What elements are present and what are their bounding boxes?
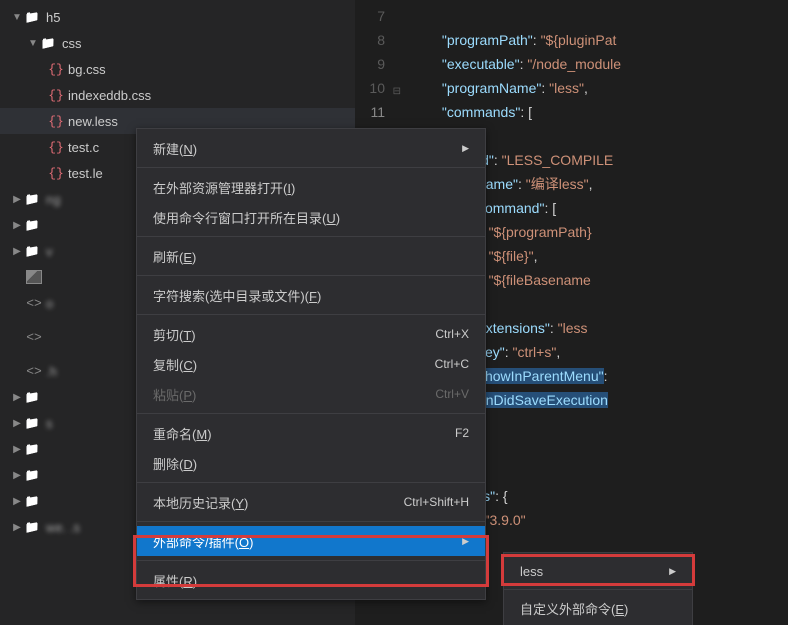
braces-icon: {} (48, 114, 64, 129)
chevron-right-icon (10, 442, 24, 456)
folder-icon (24, 390, 40, 404)
menu-history[interactable]: 本地历史记录(Y)Ctrl+Shift+H (137, 487, 485, 517)
tree-folder-css[interactable]: css (0, 30, 355, 56)
menu-separator (137, 560, 485, 561)
menu-separator (137, 413, 485, 414)
folder-icon (24, 218, 40, 232)
chevron-down-icon (10, 10, 24, 24)
chevron-right-icon (10, 520, 24, 534)
folder-icon (40, 36, 56, 50)
menu-new[interactable]: 新建(N) (137, 133, 485, 163)
tree-file[interactable]: {}bg.css (0, 56, 355, 82)
menu-separator (137, 521, 485, 522)
chevron-right-icon (10, 494, 24, 508)
menu-properties[interactable]: 属性(R) (137, 565, 485, 595)
menu-delete[interactable]: 删除(D) (137, 448, 485, 478)
submenu-less[interactable]: less (504, 557, 692, 585)
folder-label: css (62, 36, 82, 51)
menu-search[interactable]: 字符搜索(选中目录或文件)(F) (137, 280, 485, 310)
folder-icon (24, 520, 40, 534)
context-submenu: less 自定义外部命令(E) (503, 552, 693, 625)
braces-icon: {} (48, 140, 64, 155)
menu-external-commands[interactable]: 外部命令/插件(O) (137, 526, 485, 556)
image-icon (26, 270, 42, 284)
tag-icon: <> (26, 330, 42, 345)
folder-icon (24, 442, 40, 456)
submenu-custom[interactable]: 自定义外部命令(E) (504, 594, 692, 622)
folder-icon (24, 10, 40, 24)
chevron-right-icon (10, 468, 24, 482)
menu-separator (137, 167, 485, 168)
gutter: 789 1011 (355, 0, 403, 124)
menu-cut[interactable]: 剪切(T)Ctrl+X (137, 319, 485, 349)
braces-icon: {} (48, 88, 64, 103)
tree-folder-root[interactable]: h5 (0, 4, 355, 30)
folder-icon (24, 192, 40, 206)
braces-icon: {} (48, 166, 64, 181)
chevron-down-icon (26, 36, 40, 50)
menu-open-external[interactable]: 在外部资源管理器打开(I) (137, 172, 485, 202)
menu-separator (137, 314, 485, 315)
menu-separator (504, 589, 692, 590)
folder-icon (24, 494, 40, 508)
menu-rename[interactable]: 重命名(M)F2 (137, 418, 485, 448)
folder-icon (24, 416, 40, 430)
menu-separator (137, 482, 485, 483)
menu-paste[interactable]: 粘贴(P)Ctrl+V (137, 379, 485, 409)
menu-copy[interactable]: 复制(C)Ctrl+C (137, 349, 485, 379)
chevron-right-icon (10, 218, 24, 232)
folder-icon (24, 468, 40, 482)
tree-file[interactable]: {}indexeddb.css (0, 82, 355, 108)
menu-separator (137, 275, 485, 276)
menu-open-cmd[interactable]: 使用命令行窗口打开所在目录(U) (137, 202, 485, 232)
menu-separator (137, 236, 485, 237)
chevron-right-icon (10, 244, 24, 258)
folder-label: h5 (46, 10, 60, 25)
folder-icon (24, 244, 40, 258)
tag-icon: <> (26, 296, 42, 311)
chevron-right-icon (10, 416, 24, 430)
braces-icon: {} (48, 62, 64, 77)
chevron-right-icon (10, 192, 24, 206)
tag-icon: <> (26, 364, 42, 379)
menu-refresh[interactable]: 刷新(E) (137, 241, 485, 271)
context-menu: 新建(N) 在外部资源管理器打开(I) 使用命令行窗口打开所在目录(U) 刷新(… (136, 128, 486, 600)
chevron-right-icon (10, 390, 24, 404)
